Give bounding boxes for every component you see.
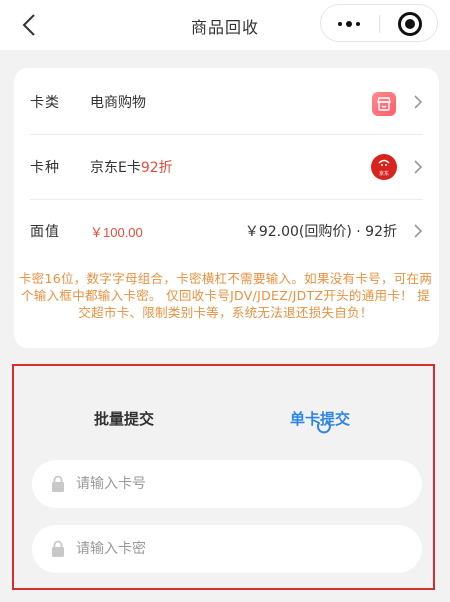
shop-icon: [372, 92, 396, 116]
tab-batch-submit[interactable]: 批量提交: [94, 408, 154, 429]
buyback-price: ￥92.00(回购价) · 92折: [244, 224, 397, 240]
close-button[interactable]: [398, 12, 422, 36]
chevron-right-icon: [413, 223, 423, 239]
face-value-amount: ￥100.00: [90, 225, 143, 240]
chevron-right-icon: [413, 94, 423, 110]
loading-spinner-icon: [316, 421, 331, 434]
chevron-left-icon: [22, 14, 35, 36]
notice-text: 卡密16位，数字字母组合，卡密横杠不需要输入。如果没有卡号，可在两个输入框中都输…: [18, 271, 433, 320]
lock-icon: [52, 540, 64, 557]
card-category-row[interactable]: 卡类 电商购物: [30, 70, 423, 134]
card-number-field: [32, 460, 422, 508]
face-value-label: 面值: [30, 224, 60, 240]
lock-icon: [52, 475, 64, 492]
card-type-label: 卡种: [30, 160, 60, 176]
more-dots-icon: [356, 22, 360, 26]
card-password-field: [32, 525, 422, 573]
card-type-row[interactable]: 卡种 京东E卡92折 京东: [30, 135, 423, 199]
card-number-input[interactable]: [76, 460, 406, 508]
mini-program-capsule: [320, 4, 438, 42]
card-category-value: 电商购物: [90, 95, 146, 111]
card-password-input[interactable]: [76, 525, 406, 573]
face-value-row[interactable]: 面值 ￥100.00 ￥92.00(回购价) · 92折: [30, 199, 423, 263]
more-dots-icon: [338, 22, 342, 26]
more-dots-icon: [346, 21, 352, 27]
target-close-icon-center: [405, 19, 415, 29]
jd-logo-text: 京东: [378, 171, 389, 177]
submit-area: 批量提交 单卡提交: [12, 364, 435, 590]
more-button[interactable]: [321, 5, 379, 41]
back-button[interactable]: [18, 12, 42, 38]
card-type-value: 京东E卡92折: [90, 160, 173, 176]
jd-logo-icon: 京东: [371, 154, 397, 180]
navigation-bar: 商品回收: [0, 0, 450, 50]
chevron-right-icon: [413, 159, 423, 175]
capsule-divider: [379, 15, 380, 33]
card-category-label: 卡类: [30, 95, 60, 111]
card-type-discount: 92折: [140, 160, 173, 176]
